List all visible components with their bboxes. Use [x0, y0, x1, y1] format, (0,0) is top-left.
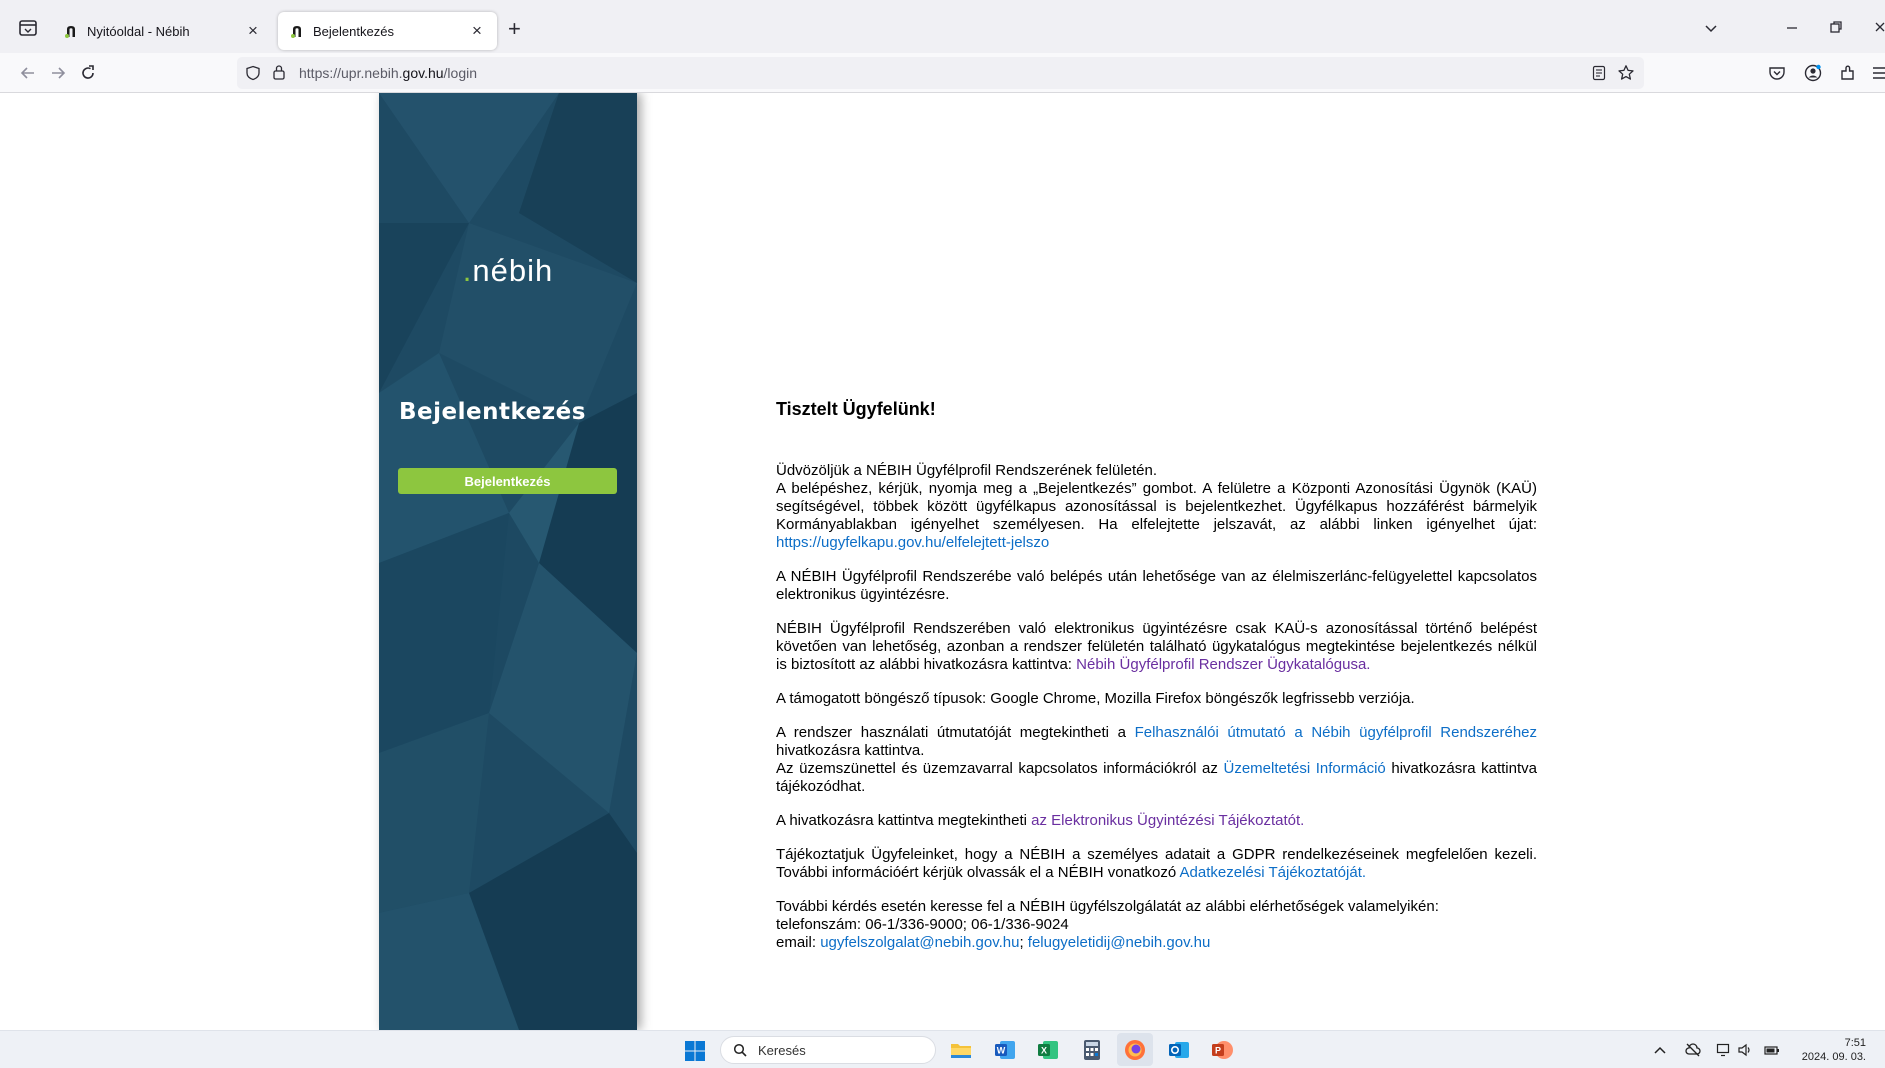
search-placeholder: Keresés [758, 1043, 806, 1058]
reload-icon[interactable] [78, 63, 98, 83]
email-label: email: [776, 934, 817, 951]
reader-view-icon[interactable] [1591, 65, 1607, 81]
gdpr-text: Tájékoztatjuk Ügyfeleinket, hogy a NÉBIH… [776, 846, 1537, 881]
chevron-up-icon[interactable] [1652, 1043, 1668, 1057]
e-ugyintezes-link[interactable]: az Elektronikus Ügyintézési Tájékoztatót… [1031, 812, 1304, 829]
restore-icon[interactable] [1829, 20, 1843, 34]
windows-start-icon[interactable] [684, 1040, 706, 1062]
login-instructions: A belépéshez, kérjük, nyomja meg a „Beje… [776, 480, 1537, 533]
volume-icon[interactable] [1737, 1043, 1753, 1057]
ugyintezes-paragraph: A NÉBIH Ügyfélprofil Rendszerébe való be… [776, 568, 1537, 603]
contact-intro: További kérdés esetén keresse fel a NÉBI… [776, 898, 1439, 915]
tab-title: Nyitóoldal - Nébih [87, 23, 190, 39]
nebih-favicon-icon [65, 26, 75, 38]
manual-paragraph: A rendszer használati útmutatóját megtek… [776, 724, 1537, 796]
contact-paragraph: További kérdés esetén keresse fel a NÉBI… [776, 898, 1537, 952]
svg-text:W: W [997, 1046, 1006, 1056]
intro-paragraph: Üdvözöljük a NÉBIH Ügyfélprofil Rendszer… [776, 462, 1537, 552]
account-icon[interactable] [1803, 63, 1823, 83]
pocket-icon[interactable] [1767, 63, 1787, 83]
taskbar-clock[interactable]: 7:51 2024. 09. 03. [1796, 1036, 1866, 1064]
search-icon [733, 1043, 747, 1057]
taskbar-search[interactable]: Keresés [720, 1036, 936, 1064]
forward-arrow-icon[interactable] [48, 63, 68, 83]
excel-icon[interactable]: X [1036, 1038, 1060, 1062]
logo-text: nébih [472, 253, 554, 288]
back-arrow-icon[interactable] [18, 63, 38, 83]
operation-info-link[interactable]: Üzemeltetési Információ [1223, 760, 1385, 777]
user-manual-link[interactable]: Felhasználói útmutató a Nébih ügyfélprof… [1135, 724, 1537, 741]
katalogus-paragraph: NÉBIH Ügyfélprofil Rendszerében való ele… [776, 620, 1537, 674]
minimize-icon[interactable] [1785, 22, 1799, 34]
file-explorer-icon[interactable] [949, 1038, 973, 1062]
tab-list-icon[interactable] [18, 19, 38, 37]
geometric-background-pattern [379, 93, 637, 1030]
clock-date: 2024. 09. 03. [1801, 1051, 1866, 1063]
bookmark-star-icon[interactable] [1617, 64, 1635, 82]
new-tab-icon[interactable]: + [508, 18, 521, 40]
nebih-logo: .nébih [379, 253, 637, 289]
menu-icon[interactable] [1870, 63, 1885, 83]
powerpoint-icon[interactable]: P [1210, 1038, 1234, 1062]
ugykatalogus-link[interactable]: Nébih Ügyfélprofil Rendszer Ügykatalógus… [1076, 656, 1370, 673]
browsers-paragraph: A támogatott böngésző típusok: Google Ch… [776, 690, 1415, 707]
page-title: Tisztelt Ügyfelünk! [776, 399, 936, 419]
nebih-favicon-icon [291, 26, 301, 38]
extensions-icon[interactable] [1838, 63, 1858, 83]
login-heading: Bejelentkezés [399, 399, 586, 425]
url-text[interactable]: https://upr.nebih.gov.hu/login [299, 65, 477, 81]
clock-time: 7:51 [1844, 1037, 1866, 1049]
e-ugyintezes-paragraph: A hivatkozásra kattintva megtekintheti a… [776, 812, 1537, 830]
network-icon[interactable] [1716, 1043, 1732, 1057]
email-link-ugyfelszolgalat[interactable]: ugyfelszolgalat@nebih.gov.hu [820, 934, 1019, 951]
firefox-icon[interactable] [1123, 1038, 1147, 1062]
calculator-icon[interactable] [1080, 1038, 1104, 1062]
close-tab-icon[interactable]: × [469, 22, 485, 39]
word-icon[interactable]: W [993, 1038, 1017, 1062]
phone-numbers: telefonszám: 06-1/336-9000; 06-1/336-902… [776, 916, 1069, 933]
tab-title: Bejelentkezés [313, 23, 394, 39]
windows-taskbar: Keresés W X P 7:51 2024. 09. 03. [0, 1030, 1885, 1068]
login-button[interactable]: Bejelentkezés [398, 468, 617, 494]
close-tab-icon[interactable]: × [245, 22, 261, 39]
address-bar[interactable]: https://upr.nebih.gov.hu/login [237, 57, 1644, 89]
url-domain: gov.hu [402, 65, 444, 81]
login-sidebar: .nébih Bejelentkezés Bejelentkezés [379, 93, 637, 1030]
privacy-policy-link[interactable]: Adatkezelési Tájékoztatóját. [1180, 864, 1367, 881]
gdpr-paragraph: Tájékoztatjuk Ügyfeleinket, hogy a NÉBIH… [776, 846, 1537, 882]
outlook-icon[interactable] [1167, 1038, 1191, 1062]
maintenance-pre: Az üzemszünettel és üzemzavarral kapcsol… [776, 760, 1218, 777]
url-path: /login [443, 65, 477, 81]
navigation-toolbar: https://upr.nebih.gov.hu/login [0, 53, 1885, 93]
cloud-offline-icon[interactable] [1685, 1043, 1701, 1057]
email-separator: ; [1019, 934, 1024, 951]
lock-icon[interactable] [272, 64, 286, 81]
page-viewport: .nébih Bejelentkezés Bejelentkezés Tiszt… [0, 93, 1885, 1030]
manual-pre: A rendszer használati útmutatóját megtek… [776, 724, 1126, 741]
manual-post: hivatkozásra kattintva. [776, 742, 925, 759]
chevron-down-icon[interactable] [1704, 22, 1718, 34]
forgotten-password-link[interactable]: https://ugyfelkapu.gov.hu/elfelejtett-je… [776, 534, 1049, 551]
tab-bejelentkezes[interactable]: Bejelentkezés × [278, 12, 497, 50]
url-prefix: https://upr.nebih. [299, 65, 403, 81]
info-content: Tisztelt Ügyfelünk! Üdvözöljük a NÉBIH Ü… [776, 400, 1537, 968]
logo-dot: . [462, 253, 473, 288]
battery-icon[interactable] [1764, 1043, 1780, 1057]
svg-text:P: P [1215, 1046, 1221, 1056]
tab-nyitooldal[interactable]: Nyitóoldal - Nébih × [52, 12, 273, 50]
welcome-text: Üdvözöljük a NÉBIH Ügyfélprofil Rendszer… [776, 462, 1158, 479]
e-ugyintezes-pre: A hivatkozásra kattintva megtekintheti [776, 812, 1027, 829]
close-window-icon[interactable] [1873, 20, 1885, 34]
tracking-protection-icon[interactable] [245, 65, 261, 81]
tab-bar: Nyitóoldal - Nébih × Bejelentkezés × + [0, 0, 1885, 53]
email-link-felugyeletidij[interactable]: felugyeletidij@nebih.gov.hu [1028, 934, 1211, 951]
svg-text:X: X [1041, 1046, 1047, 1056]
